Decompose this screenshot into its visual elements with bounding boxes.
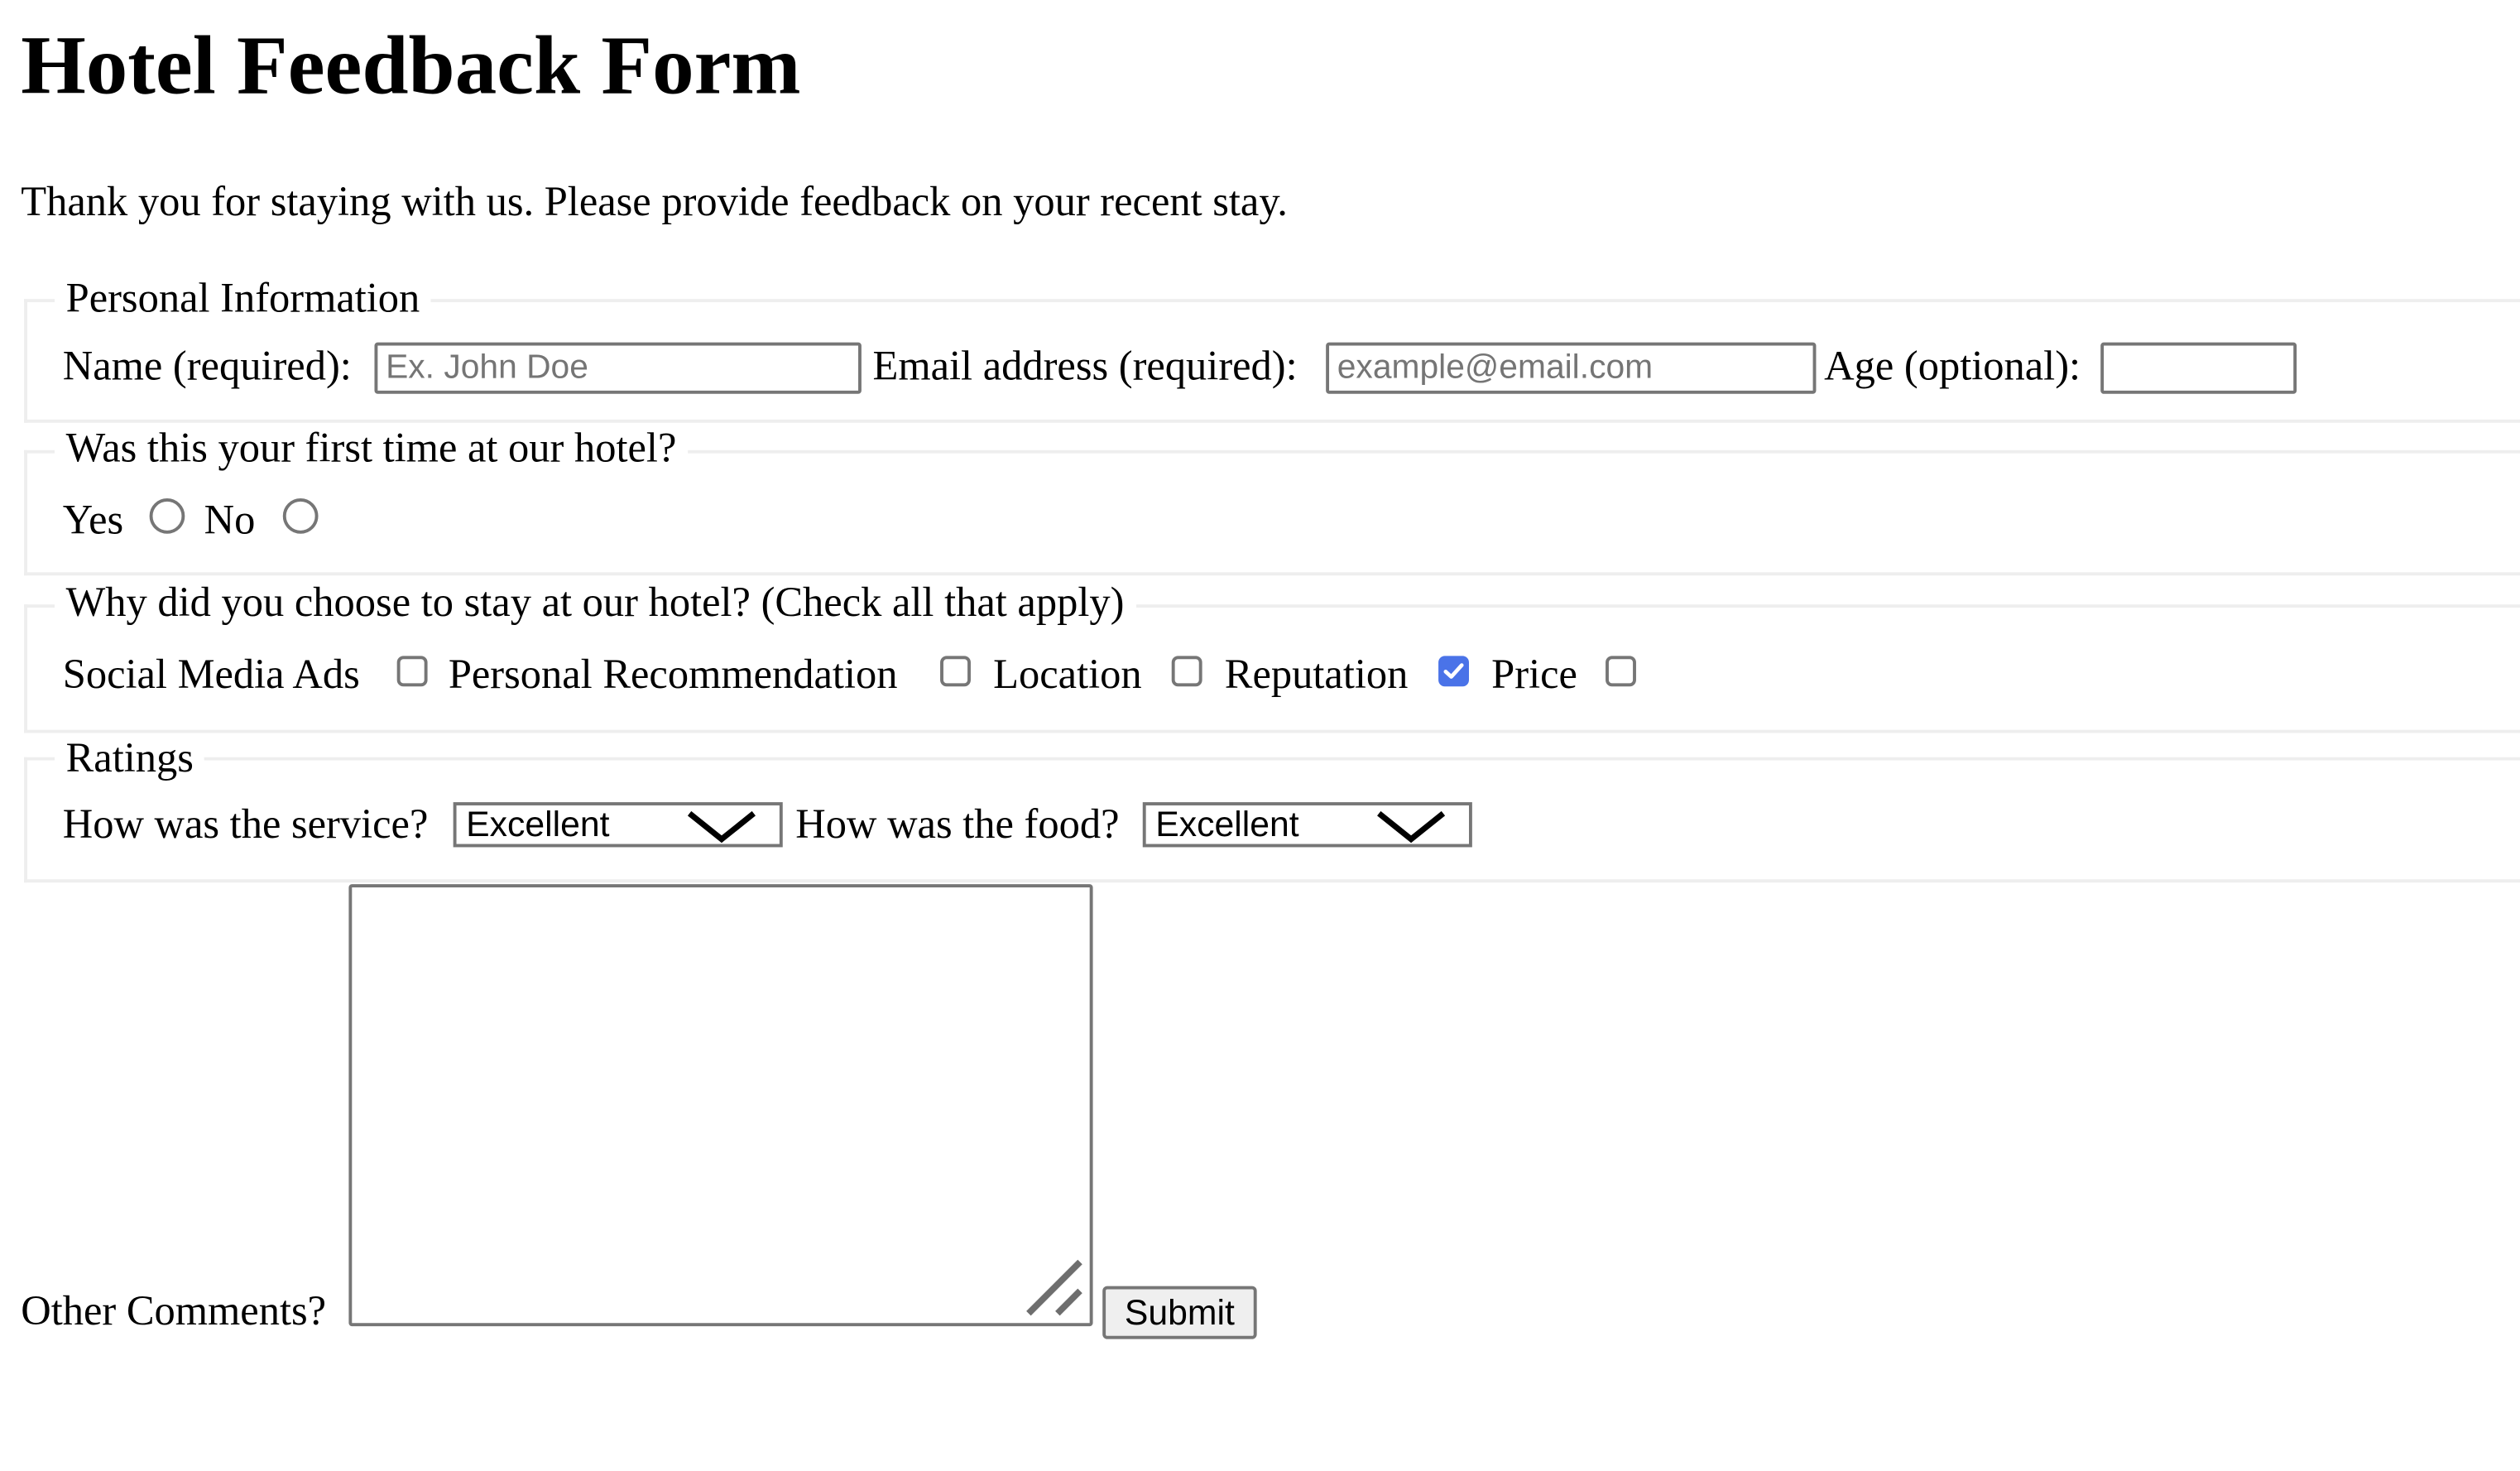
food-label: How was the food? <box>795 800 1120 848</box>
name-label: Name (required): <box>62 342 352 389</box>
feedback-page: Hotel Feedback Form Thank you for stayin… <box>0 0 2520 1466</box>
email-input[interactable] <box>1326 342 1817 394</box>
email-label: Email address (required): <box>872 342 1298 389</box>
service-label: How was the service? <box>62 800 429 848</box>
service-select-value: Excellent <box>466 804 610 844</box>
submit-button[interactable]: Submit <box>1102 1286 1257 1339</box>
radio-no[interactable] <box>282 498 319 534</box>
page-title: Hotel Feedback Form <box>21 21 801 113</box>
radio-yes[interactable] <box>149 498 185 534</box>
reason-location-checkbox[interactable] <box>1171 656 1202 687</box>
resize-grip-icon[interactable] <box>1025 1259 1083 1317</box>
chevron-down-icon <box>687 810 756 844</box>
reason-price-checkbox[interactable] <box>1606 656 1636 687</box>
reason-social-media-checkbox[interactable] <box>396 656 428 687</box>
comments-textarea[interactable] <box>348 884 1093 1327</box>
chevron-down-icon <box>1377 810 1446 844</box>
name-input[interactable] <box>374 342 862 394</box>
comments-label: Other Comments? <box>21 1287 327 1334</box>
checkmark-icon <box>1443 663 1464 679</box>
reason-location-label: Location <box>993 651 1142 698</box>
first-time-legend: Was this your first time at our hotel? <box>55 424 688 473</box>
reasons-legend: Why did you choose to stay at our hotel?… <box>55 579 1136 627</box>
radio-yes-label: Yes <box>62 497 124 544</box>
reason-reputation-label: Reputation <box>1224 651 1409 698</box>
reason-recommendation-label: Personal Recommendation <box>448 651 898 698</box>
personal-info-legend: Personal Information <box>55 275 431 324</box>
intro-text: Thank you for staying with us. Please pr… <box>21 178 1288 225</box>
reason-reputation-checkbox[interactable] <box>1438 656 1469 687</box>
age-label: Age (optional): <box>1824 342 2081 389</box>
reason-price-label: Price <box>1491 651 1577 698</box>
reason-recommendation-checkbox[interactable] <box>940 656 971 687</box>
food-select[interactable]: Excellent <box>1142 802 1472 848</box>
service-select[interactable]: Excellent <box>453 802 783 848</box>
reason-social-media-label: Social Media Ads <box>62 651 360 698</box>
age-input[interactable] <box>2100 342 2297 394</box>
radio-no-label: No <box>204 497 256 544</box>
ratings-legend: Ratings <box>55 734 205 783</box>
food-select-value: Excellent <box>1155 804 1299 844</box>
